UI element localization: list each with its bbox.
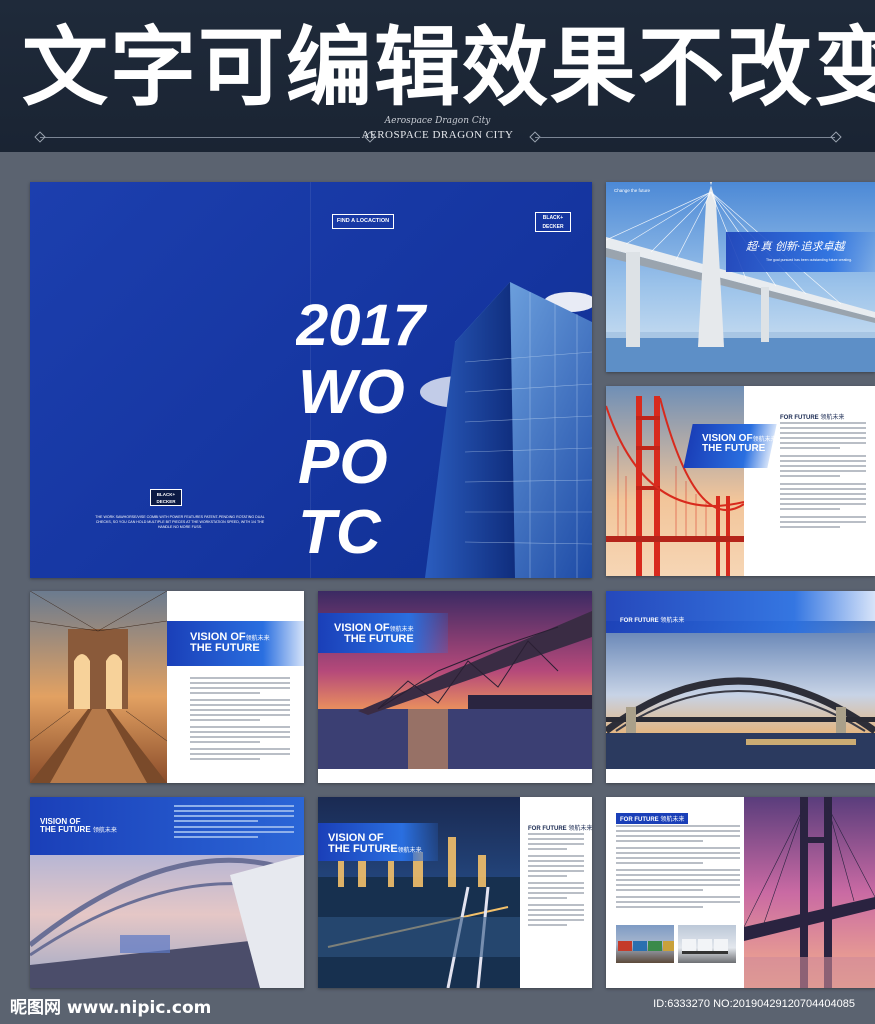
brand-script: Aerospace Dragon City	[384, 116, 491, 126]
vision-line2: THE FUTURE	[190, 642, 260, 654]
for-future-cn: 领航未来	[568, 825, 592, 832]
arch-bridge-photo	[30, 855, 304, 988]
brooklyn-graphic	[30, 591, 167, 783]
year-text: 2017	[296, 297, 426, 355]
vision-cn: 领航未来	[397, 847, 422, 854]
vision-cn: 领航未来	[92, 827, 117, 834]
slogan-sub: The goal pursued has been outstanding fu…	[766, 258, 853, 262]
arch-bridge-graphic	[30, 855, 304, 988]
body-text-lines	[174, 805, 294, 841]
vision-title: VISION OF THE FUTURE 领航未来	[40, 818, 117, 834]
brooklyn-bridge-spread: VISION OF领航未来 THE FUTURE	[30, 591, 304, 783]
arch-bridge-spread: VISION OF THE FUTURE 领航未来	[30, 797, 304, 988]
tag-text: Change the future	[614, 188, 651, 193]
logistics-spread: FOR FUTURE 领航未来	[606, 797, 875, 988]
for-future-en: FOR FUTURE	[528, 826, 567, 832]
vision-line2: THE FUTURE	[344, 633, 414, 645]
header-banner: 文字可编辑效果不改变 Aerospace Dragon City AEROSPA…	[0, 0, 875, 152]
body-text-lines	[528, 833, 584, 929]
footer-watermark: 昵图网 www.nipic.com ID:6333270 NO:20190429…	[0, 990, 875, 1024]
cargo-train-graphic	[618, 941, 674, 951]
pink-bridge-graphic	[744, 797, 875, 988]
vision-title: VISION OF领航未来 THE FUTURE	[334, 623, 414, 645]
vision-title: VISION OF领航未来 THE FUTURE	[702, 434, 777, 454]
cable-bridge-graphic	[606, 182, 875, 372]
headline: 文字可编辑效果不改变	[22, 18, 875, 118]
vision-line2: THE FUTURE	[40, 825, 91, 834]
trucks-photo	[678, 925, 736, 963]
nipic-logo[interactable]: 昵图网 www.nipic.com	[10, 993, 211, 1018]
for-future-title: FOR FUTURE 领航未来	[780, 412, 844, 421]
slogan-text: 超·真 创新·追求卓越	[746, 240, 845, 253]
brand-logo-top: BLACK+ DECKER	[535, 212, 571, 232]
brand-name: AEROSPACE DRAGON CITY	[361, 129, 514, 141]
header-band	[606, 591, 875, 633]
divider-right	[535, 137, 835, 138]
for-future-en: FOR FUTURE	[620, 618, 659, 624]
body-text-lines	[616, 825, 740, 911]
vision-cn: 领航未来	[752, 436, 777, 443]
image-id: ID:6333270 NO:20190429120704404085	[653, 998, 855, 1010]
vision-line2: THE FUTURE	[328, 843, 398, 855]
cover-body-text: THE WORK SAWHORSE/VISE COMBI WITH POWER …	[95, 515, 265, 529]
golden-gate-spread: VISION OF领航未来 THE FUTURE FOR FUTURE 领航未来	[606, 386, 875, 576]
for-future-title: FOR FUTURE 领航未来	[620, 615, 684, 624]
big-word-2: PO	[298, 432, 388, 494]
big-word-1: WO	[298, 362, 405, 424]
body-text-lines	[190, 677, 290, 763]
trucks-graphic	[682, 939, 728, 954]
vision-cn: 领航未来	[245, 635, 270, 642]
cover-spread: FIND A LOCACTION BLACK+ DECKER 2017 WO P…	[30, 182, 592, 578]
vision-title: VISION OF THE FUTURE领航未来	[328, 833, 422, 855]
harbour-bridge-spread: FOR FUTURE 领航未来	[606, 591, 875, 783]
golden-gate-graphic	[606, 396, 744, 576]
city-night-spread: VISION OF THE FUTURE领航未来 FOR FUTURE 领航未来	[318, 797, 592, 988]
brand-logo-small: BLACK+ DECKER	[150, 489, 182, 506]
cable-bridge-photo	[606, 182, 875, 372]
brooklyn-photo	[30, 591, 167, 783]
vision-cn: 领航未来	[389, 626, 414, 633]
for-future-en: FOR FUTURE	[620, 817, 659, 823]
vision-title: VISION OF领航未来 THE FUTURE	[190, 632, 270, 654]
vision-line2: THE FUTURE	[702, 443, 766, 454]
harbour-bridge-graphic	[606, 677, 875, 769]
find-location-button[interactable]: FIND A LOCACTION	[332, 214, 394, 229]
big-word-3: TC	[298, 502, 381, 567]
for-future-en: FOR FUTURE	[780, 415, 819, 421]
harbour-bridge-photo	[606, 621, 875, 769]
for-future-title: FOR FUTURE 领航未来	[528, 823, 592, 832]
for-future-cn: 领航未来	[660, 816, 685, 823]
bridge-page-top: Change the future 超·真 创新·追求卓越 The goal p…	[606, 182, 875, 372]
for-future-title: FOR FUTURE 领航未来	[616, 813, 689, 824]
truss-bridge-spread: VISION OF领航未来 THE FUTURE	[318, 591, 592, 783]
for-future-cn: 领航未来	[820, 414, 845, 421]
golden-gate-photo	[606, 386, 744, 576]
for-future-cn: 领航未来	[660, 617, 685, 624]
pink-bridge-photo	[744, 797, 875, 988]
body-text-lines	[780, 422, 866, 531]
cargo-train-photo	[616, 925, 674, 963]
